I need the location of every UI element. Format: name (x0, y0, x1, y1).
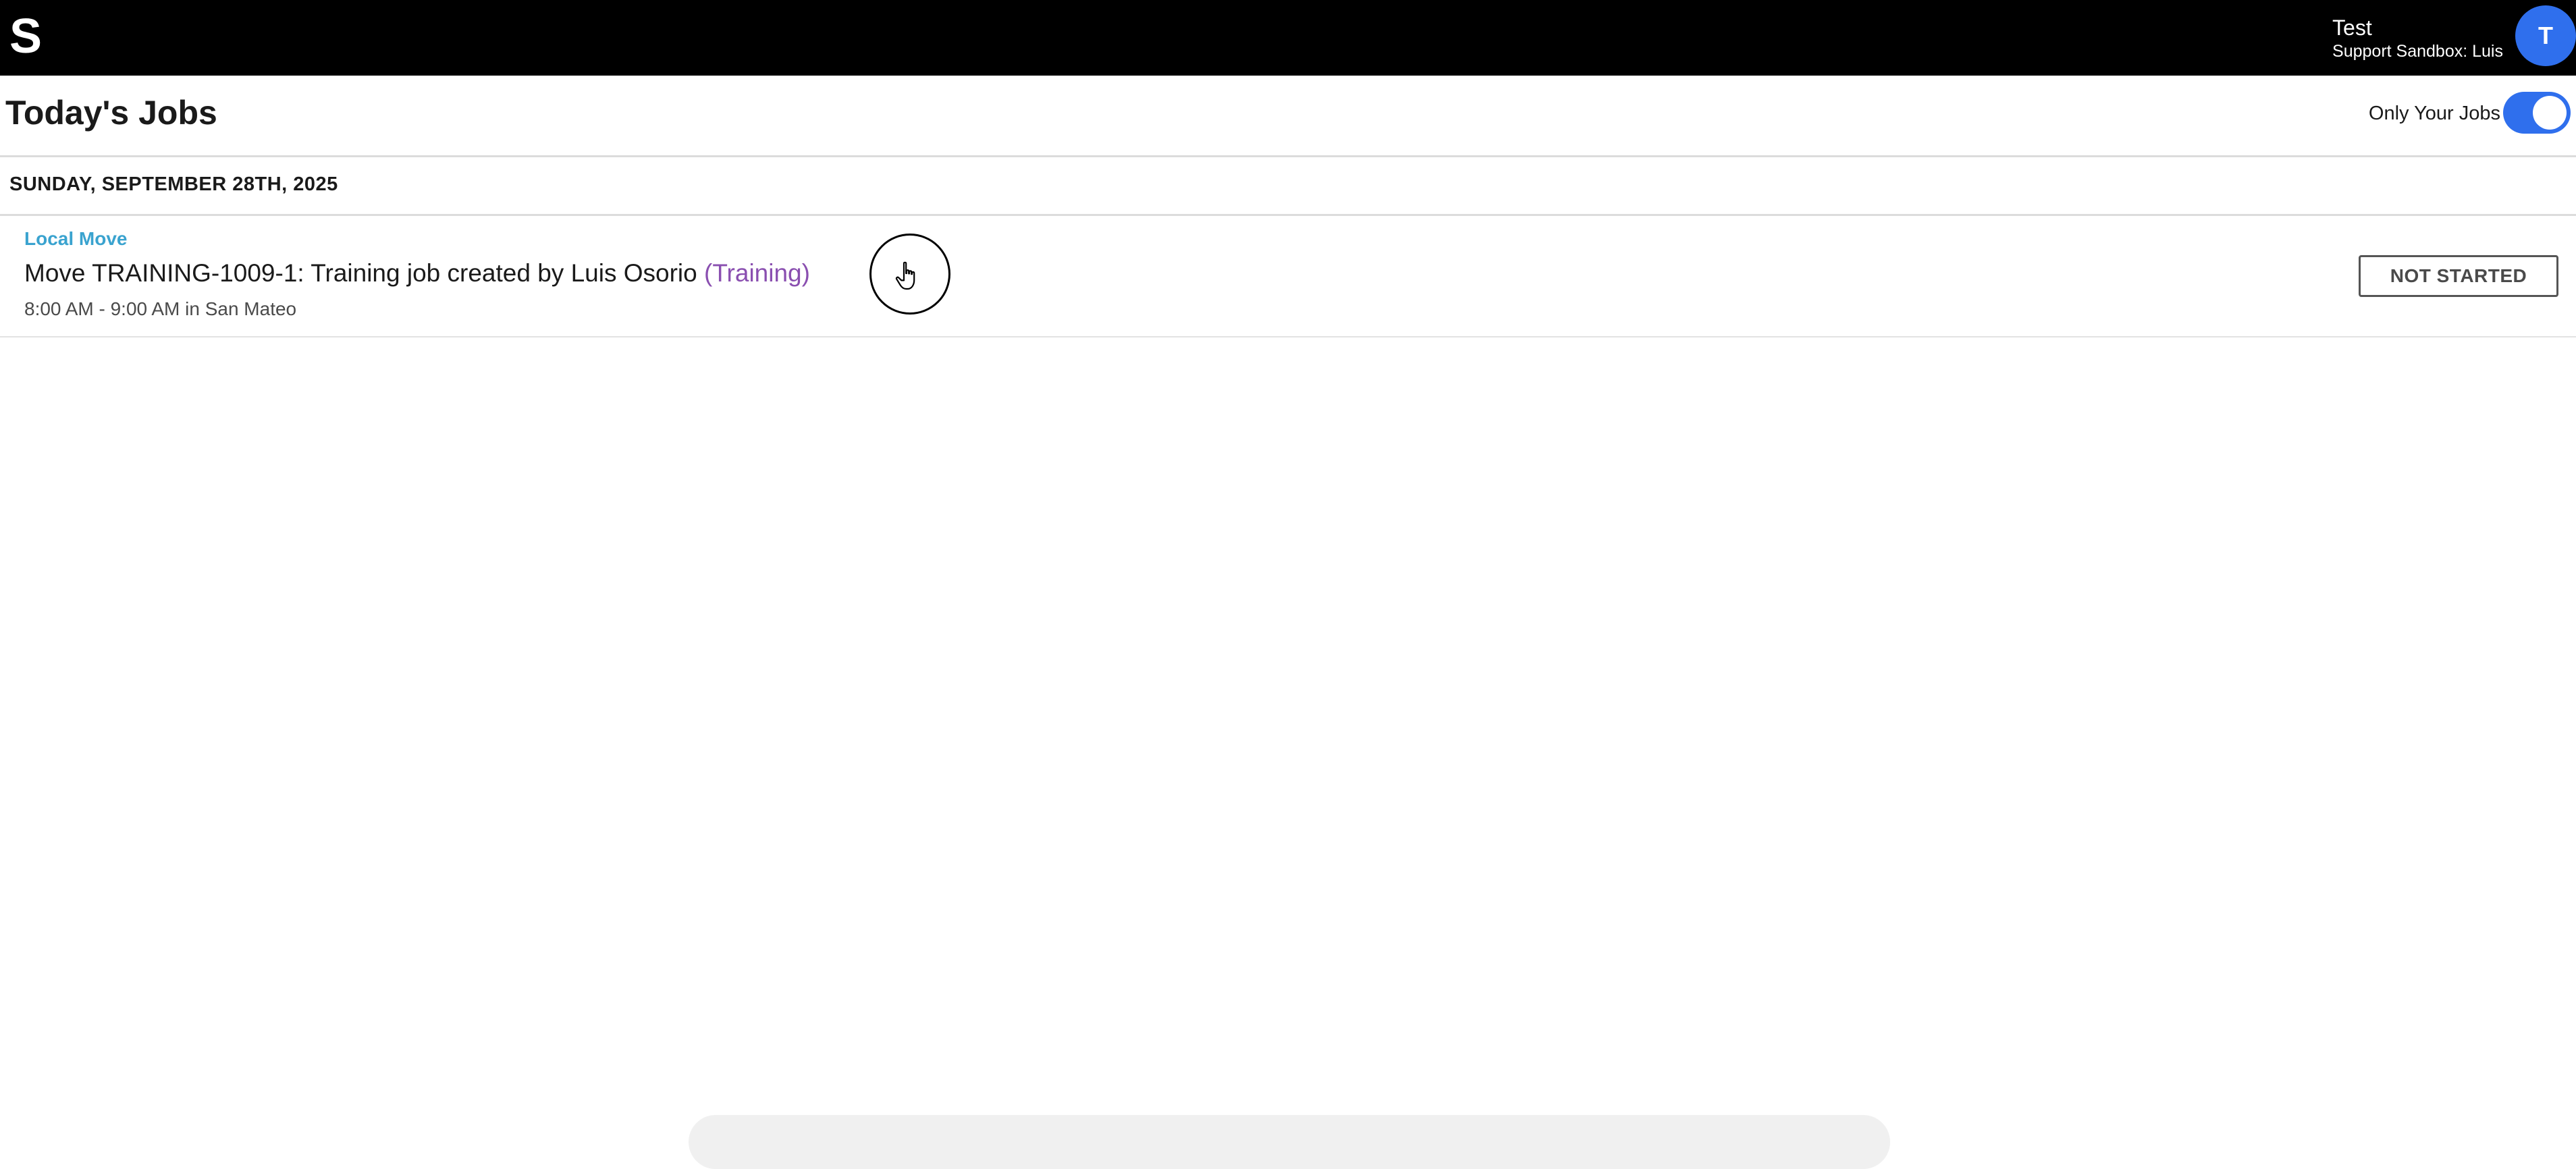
job-title-text: Move TRAINING-1009-1: Training job creat… (24, 259, 697, 287)
date-group-header: SUNDAY, SEPTEMBER 28TH, 2025 (0, 157, 2576, 216)
job-type: Local Move (24, 228, 128, 249)
job-status-badge[interactable]: NOT STARTED (2359, 255, 2558, 297)
page-header: Today's Jobs Only Your Jobs (0, 76, 2576, 157)
job-training-tag: (Training) (704, 259, 810, 287)
date-label: SUNDAY, SEPTEMBER 28TH, 2025 (9, 173, 338, 195)
bottom-bar (689, 1115, 1890, 1169)
avatar[interactable]: T (2515, 5, 2576, 66)
only-your-jobs-toggle[interactable] (2503, 92, 2571, 134)
page-title: Today's Jobs (5, 94, 217, 132)
job-title: Move TRAINING-1009-1: Training job creat… (24, 259, 810, 288)
job-time-location: 8:00 AM - 9:00 AM in San Mateo (24, 298, 297, 319)
user-info[interactable]: Test Support Sandbox: Luis (2332, 15, 2503, 62)
pointer-hand-icon (895, 261, 915, 290)
top-bar: S Test Support Sandbox: Luis T (0, 0, 2576, 76)
cursor-indicator (869, 234, 950, 315)
only-your-jobs-label: Only Your Jobs (2368, 103, 2500, 124)
user-name: Test (2332, 16, 2372, 40)
toggle-knob (2533, 96, 2567, 130)
job-row[interactable]: Local Move Move TRAINING-1009-1: Trainin… (0, 216, 2576, 337)
user-org: Support Sandbox: Luis (2332, 42, 2503, 61)
app-logo[interactable]: S (9, 9, 42, 63)
